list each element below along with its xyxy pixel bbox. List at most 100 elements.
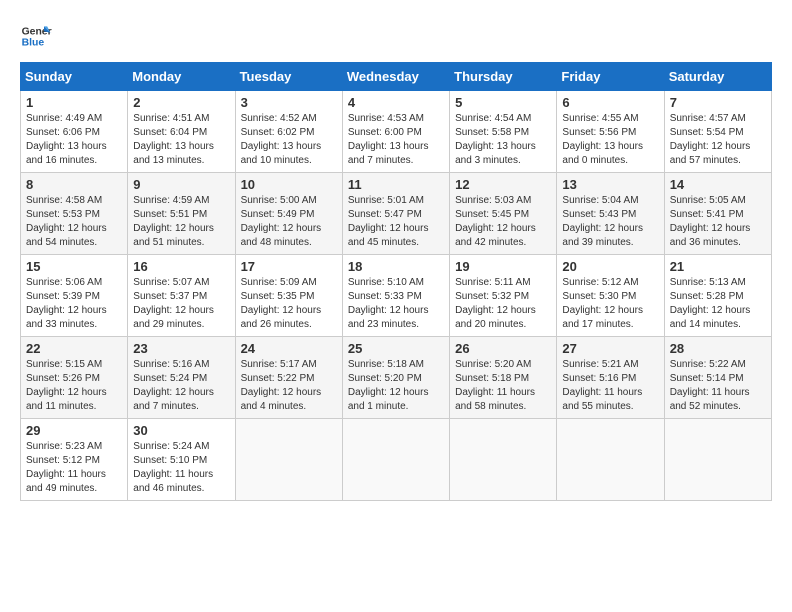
day-info: Sunrise: 4:49 AM Sunset: 6:06 PM Dayligh… (26, 112, 122, 168)
day-info: Sunrise: 5:15 AM Sunset: 5:26 PM Dayligh… (26, 358, 122, 414)
day-info: Sunrise: 4:54 AM Sunset: 5:58 PM Dayligh… (455, 112, 551, 168)
header-thursday: Thursday (450, 63, 557, 91)
day-info: Sunrise: 4:52 AM Sunset: 6:02 PM Dayligh… (241, 112, 337, 168)
day-number: 13 (562, 177, 658, 192)
day-number: 17 (241, 259, 337, 274)
day-info: Sunrise: 5:22 AM Sunset: 5:14 PM Dayligh… (670, 358, 766, 414)
day-cell: 6 Sunrise: 4:55 AM Sunset: 5:56 PM Daylig… (557, 91, 664, 173)
day-number: 7 (670, 95, 766, 110)
day-number: 6 (562, 95, 658, 110)
header-wednesday: Wednesday (342, 63, 449, 91)
day-number: 1 (26, 95, 122, 110)
day-cell: 10 Sunrise: 5:00 AM Sunset: 5:49 PM Dayli… (235, 173, 342, 255)
day-cell: 14 Sunrise: 5:05 AM Sunset: 5:41 PM Dayli… (664, 173, 771, 255)
day-number: 19 (455, 259, 551, 274)
day-number: 22 (26, 341, 122, 356)
day-cell: 20 Sunrise: 5:12 AM Sunset: 5:30 PM Dayli… (557, 255, 664, 337)
day-cell: 28Sunrise: 5:22 AM Sunset: 5:14 PM Dayli… (664, 337, 771, 419)
day-number: 21 (670, 259, 766, 274)
header-saturday: Saturday (664, 63, 771, 91)
day-info: Sunrise: 4:58 AM Sunset: 5:53 PM Dayligh… (26, 194, 122, 250)
day-cell (235, 419, 342, 501)
day-info: Sunrise: 5:03 AM Sunset: 5:45 PM Dayligh… (455, 194, 551, 250)
day-number: 30 (133, 423, 229, 438)
day-info: Sunrise: 5:11 AM Sunset: 5:32 PM Dayligh… (455, 276, 551, 332)
day-info: Sunrise: 4:53 AM Sunset: 6:00 PM Dayligh… (348, 112, 444, 168)
day-number: 20 (562, 259, 658, 274)
day-number: 29 (26, 423, 122, 438)
day-cell: 16Sunrise: 5:07 AM Sunset: 5:37 PM Dayli… (128, 255, 235, 337)
day-info: Sunrise: 5:06 AM Sunset: 5:39 PM Dayligh… (26, 276, 122, 332)
header-row: SundayMondayTuesdayWednesdayThursdayFrid… (21, 63, 772, 91)
day-info: Sunrise: 5:16 AM Sunset: 5:24 PM Dayligh… (133, 358, 229, 414)
day-number: 15 (26, 259, 122, 274)
day-cell: 30 Sunrise: 5:24 AM Sunset: 5:10 PM Dayli… (128, 419, 235, 501)
week-row-1: 1 Sunrise: 4:49 AM Sunset: 6:06 PM Daylig… (21, 91, 772, 173)
day-cell (450, 419, 557, 501)
logo: General Blue (20, 20, 52, 52)
day-cell: 18 Sunrise: 5:10 AM Sunset: 5:33 PM Dayli… (342, 255, 449, 337)
day-info: Sunrise: 5:13 AM Sunset: 5:28 PM Dayligh… (670, 276, 766, 332)
day-info: Sunrise: 4:51 AM Sunset: 6:04 PM Dayligh… (133, 112, 229, 168)
day-info: Sunrise: 4:57 AM Sunset: 5:54 PM Dayligh… (670, 112, 766, 168)
day-cell: 26Sunrise: 5:20 AM Sunset: 5:18 PM Dayli… (450, 337, 557, 419)
day-cell (342, 419, 449, 501)
day-info: Sunrise: 5:12 AM Sunset: 5:30 PM Dayligh… (562, 276, 658, 332)
day-info: Sunrise: 5:21 AM Sunset: 5:16 PM Dayligh… (562, 358, 658, 414)
day-number: 5 (455, 95, 551, 110)
day-number: 14 (670, 177, 766, 192)
day-number: 3 (241, 95, 337, 110)
day-cell: 3 Sunrise: 4:52 AM Sunset: 6:02 PM Daylig… (235, 91, 342, 173)
day-cell: 17 Sunrise: 5:09 AM Sunset: 5:35 PM Dayli… (235, 255, 342, 337)
day-cell: 29 Sunrise: 5:23 AM Sunset: 5:12 PM Dayli… (21, 419, 128, 501)
day-cell (557, 419, 664, 501)
header-monday: Monday (128, 63, 235, 91)
day-cell: 7 Sunrise: 4:57 AM Sunset: 5:54 PM Daylig… (664, 91, 771, 173)
day-number: 2 (133, 95, 229, 110)
day-cell: 5 Sunrise: 4:54 AM Sunset: 5:58 PM Daylig… (450, 91, 557, 173)
day-cell: 12 Sunrise: 5:03 AM Sunset: 5:45 PM Dayli… (450, 173, 557, 255)
day-cell: 13 Sunrise: 5:04 AM Sunset: 5:43 PM Dayli… (557, 173, 664, 255)
day-info: Sunrise: 5:10 AM Sunset: 5:33 PM Dayligh… (348, 276, 444, 332)
day-info: Sunrise: 5:24 AM Sunset: 5:10 PM Dayligh… (133, 440, 229, 496)
day-cell: 21 Sunrise: 5:13 AM Sunset: 5:28 PM Dayli… (664, 255, 771, 337)
day-cell: 2 Sunrise: 4:51 AM Sunset: 6:04 PM Daylig… (128, 91, 235, 173)
day-info: Sunrise: 5:00 AM Sunset: 5:49 PM Dayligh… (241, 194, 337, 250)
header-tuesday: Tuesday (235, 63, 342, 91)
day-number: 8 (26, 177, 122, 192)
day-cell: 25Sunrise: 5:18 AM Sunset: 5:20 PM Dayli… (342, 337, 449, 419)
day-info: Sunrise: 5:05 AM Sunset: 5:41 PM Dayligh… (670, 194, 766, 250)
day-cell: 15 Sunrise: 5:06 AM Sunset: 5:39 PM Dayli… (21, 255, 128, 337)
day-number: 12 (455, 177, 551, 192)
day-info: Sunrise: 5:20 AM Sunset: 5:18 PM Dayligh… (455, 358, 551, 414)
day-number: 24 (241, 341, 337, 356)
day-info: Sunrise: 5:04 AM Sunset: 5:43 PM Dayligh… (562, 194, 658, 250)
day-cell: 27 Sunrise: 5:21 AM Sunset: 5:16 PM Dayli… (557, 337, 664, 419)
day-info: Sunrise: 4:55 AM Sunset: 5:56 PM Dayligh… (562, 112, 658, 168)
day-cell: 11Sunrise: 5:01 AM Sunset: 5:47 PM Dayli… (342, 173, 449, 255)
day-cell: 22 Sunrise: 5:15 AM Sunset: 5:26 PM Dayli… (21, 337, 128, 419)
week-row-4: 22 Sunrise: 5:15 AM Sunset: 5:26 PM Dayli… (21, 337, 772, 419)
day-cell: 19 Sunrise: 5:11 AM Sunset: 5:32 PM Dayli… (450, 255, 557, 337)
day-cell: 4 Sunrise: 4:53 AM Sunset: 6:00 PM Daylig… (342, 91, 449, 173)
svg-text:Blue: Blue (22, 38, 45, 49)
week-row-2: 8 Sunrise: 4:58 AM Sunset: 5:53 PM Daylig… (21, 173, 772, 255)
day-cell: 1 Sunrise: 4:49 AM Sunset: 6:06 PM Daylig… (21, 91, 128, 173)
week-row-3: 15 Sunrise: 5:06 AM Sunset: 5:39 PM Dayli… (21, 255, 772, 337)
day-cell: 9 Sunrise: 4:59 AM Sunset: 5:51 PM Daylig… (128, 173, 235, 255)
day-cell: 23Sunrise: 5:16 AM Sunset: 5:24 PM Dayli… (128, 337, 235, 419)
day-info: Sunrise: 5:07 AM Sunset: 5:37 PM Dayligh… (133, 276, 229, 332)
page-header: General Blue (20, 20, 772, 52)
day-info: Sunrise: 5:17 AM Sunset: 5:22 PM Dayligh… (241, 358, 337, 414)
day-info: Sunrise: 5:09 AM Sunset: 5:35 PM Dayligh… (241, 276, 337, 332)
day-number: 4 (348, 95, 444, 110)
day-cell: 24 Sunrise: 5:17 AM Sunset: 5:22 PM Dayli… (235, 337, 342, 419)
day-number: 10 (241, 177, 337, 192)
day-info: Sunrise: 4:59 AM Sunset: 5:51 PM Dayligh… (133, 194, 229, 250)
day-number: 18 (348, 259, 444, 274)
day-info: Sunrise: 5:23 AM Sunset: 5:12 PM Dayligh… (26, 440, 122, 496)
day-number: 9 (133, 177, 229, 192)
day-number: 27 (562, 341, 658, 356)
day-cell (664, 419, 771, 501)
calendar-table: SundayMondayTuesdayWednesdayThursdayFrid… (20, 62, 772, 501)
